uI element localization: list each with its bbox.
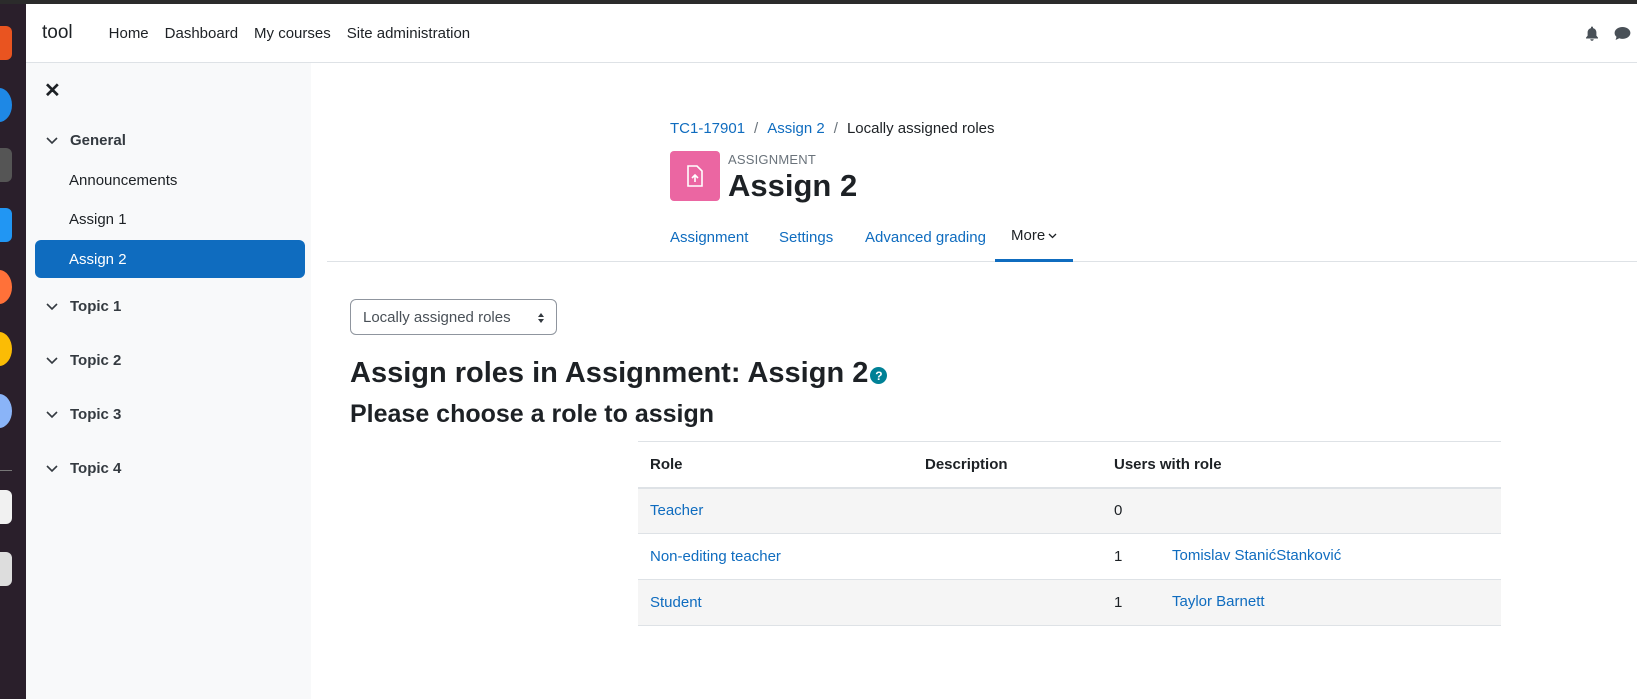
breadcrumb-course[interactable]: TC1-17901 — [670, 120, 745, 137]
role-description — [913, 533, 1102, 580]
table-row: Teacher 0 — [638, 487, 1501, 534]
nav-site-administration[interactable]: Site administration — [347, 25, 470, 42]
top-navbar: tool Home Dashboard My courses Site admi… — [26, 4, 1637, 63]
drawer-item-announcements[interactable]: Announcements — [35, 161, 305, 199]
assign-roles-heading: Assign roles in Assignment: Assign 2 ? — [350, 357, 888, 390]
chevron-down-icon — [46, 356, 60, 365]
dock-app-icon[interactable] — [0, 148, 12, 182]
breadcrumb: TC1-17901 / Assign 2 / Locally assigned … — [670, 120, 995, 137]
role-description — [913, 579, 1102, 626]
roles-page-select[interactable]: Locally assigned roles — [350, 299, 557, 335]
breadcrumb-current: Locally assigned roles — [846, 120, 995, 137]
chevron-down-icon — [46, 136, 60, 145]
os-dock — [0, 4, 26, 699]
dock-app-icon[interactable] — [0, 332, 12, 366]
role-link-non-editing-teacher[interactable]: Non-editing teacher — [650, 548, 781, 565]
drawer-item-assign-2[interactable]: Assign 2 — [35, 240, 305, 278]
section-title: Topic 1 — [70, 298, 122, 315]
drawer-item-assign-1[interactable]: Assign 1 — [35, 200, 305, 238]
assign-roles-heading-text: Assign roles in Assignment: Assign 2 — [350, 357, 869, 389]
roles-table: Role Description Users with role Teacher… — [638, 441, 1501, 626]
table-header-row: Role Description Users with role — [638, 441, 1501, 489]
table-row: Student 1 Taylor Barnett — [638, 579, 1501, 626]
dock-app-icon[interactable] — [0, 26, 12, 60]
main-region: TC1-17901 / Assign 2 / Locally assigned … — [311, 63, 1637, 699]
chevron-down-icon — [46, 302, 60, 311]
section-topic-4[interactable]: Topic 4 — [46, 460, 121, 477]
section-title: Topic 4 — [70, 460, 122, 477]
section-title: Topic 2 — [70, 352, 122, 369]
dock-app-icon[interactable] — [0, 394, 12, 428]
role-description — [913, 487, 1102, 534]
breadcrumb-separator: / — [754, 120, 759, 137]
chevron-down-icon — [46, 410, 60, 419]
help-question-icon[interactable]: ? — [870, 367, 888, 384]
dock-separator — [0, 470, 12, 471]
close-drawer-icon[interactable]: ✕ — [44, 81, 64, 101]
user-count: 1 — [1114, 548, 1123, 565]
breadcrumb-activity[interactable]: Assign 2 — [767, 120, 825, 137]
notifications-bell-icon[interactable] — [1577, 19, 1607, 49]
section-topic-3[interactable]: Topic 3 — [46, 406, 121, 423]
site-brand[interactable]: tool — [42, 22, 73, 44]
header-description: Description — [913, 441, 1102, 489]
breadcrumb-separator: / — [833, 120, 838, 137]
select-arrows-icon — [537, 311, 545, 328]
role-link-teacher[interactable]: Teacher — [650, 502, 703, 519]
table-row: Non-editing teacher 1 Tomislav StanićSta… — [638, 533, 1501, 580]
section-general[interactable]: General — [46, 132, 126, 149]
user-count: 0 — [1114, 502, 1123, 520]
secondary-navigation: Assignment Settings Advanced grading Mor… — [327, 212, 1637, 262]
tab-settings[interactable]: Settings — [779, 212, 833, 262]
nav-home[interactable]: Home — [109, 25, 149, 42]
messages-chat-icon[interactable] — [1607, 19, 1637, 49]
tab-more[interactable]: More — [995, 212, 1074, 262]
dock-app-icon[interactable] — [0, 208, 12, 242]
assignment-upload-icon — [670, 151, 720, 201]
users-with-role-cell: 0 — [1102, 487, 1501, 534]
nav-my-courses[interactable]: My courses — [254, 25, 331, 42]
section-title: Topic 3 — [70, 406, 122, 423]
activity-type-label: ASSIGNMENT — [728, 152, 816, 167]
course-index-drawer: ✕ General Announcements Assign 1 Assign … — [26, 63, 311, 699]
chevron-down-icon — [46, 464, 60, 473]
tab-advanced-grading[interactable]: Advanced grading — [865, 212, 986, 262]
tab-more-label: More — [1011, 227, 1046, 244]
header-role: Role — [638, 441, 913, 489]
header-users-with-role: Users with role — [1102, 441, 1501, 489]
nav-dashboard[interactable]: Dashboard — [165, 25, 238, 42]
select-value: Locally assigned roles — [363, 308, 511, 326]
users-with-role-cell: 1 Taylor Barnett — [1102, 579, 1501, 626]
dock-app-icon[interactable] — [0, 552, 12, 586]
role-link-student[interactable]: Student — [650, 594, 702, 611]
dock-app-icon[interactable] — [0, 270, 12, 304]
user-count: 1 — [1114, 594, 1123, 611]
section-topic-1[interactable]: Topic 1 — [46, 298, 121, 315]
user-link[interactable]: Taylor Barnett — [1172, 593, 1265, 610]
dock-app-icon[interactable] — [0, 490, 12, 524]
dock-app-icon[interactable] — [0, 88, 12, 122]
user-link[interactable]: Tomislav StanićStanković — [1172, 547, 1341, 564]
users-with-role-cell: 1 Tomislav StanićStanković — [1102, 533, 1501, 580]
section-title: General — [70, 132, 126, 149]
choose-role-heading: Please choose a role to assign — [350, 400, 715, 428]
chevron-down-icon — [1048, 233, 1057, 239]
section-topic-2[interactable]: Topic 2 — [46, 352, 121, 369]
tab-assignment[interactable]: Assignment — [670, 212, 748, 262]
page-title: Assign 2 — [728, 168, 858, 203]
